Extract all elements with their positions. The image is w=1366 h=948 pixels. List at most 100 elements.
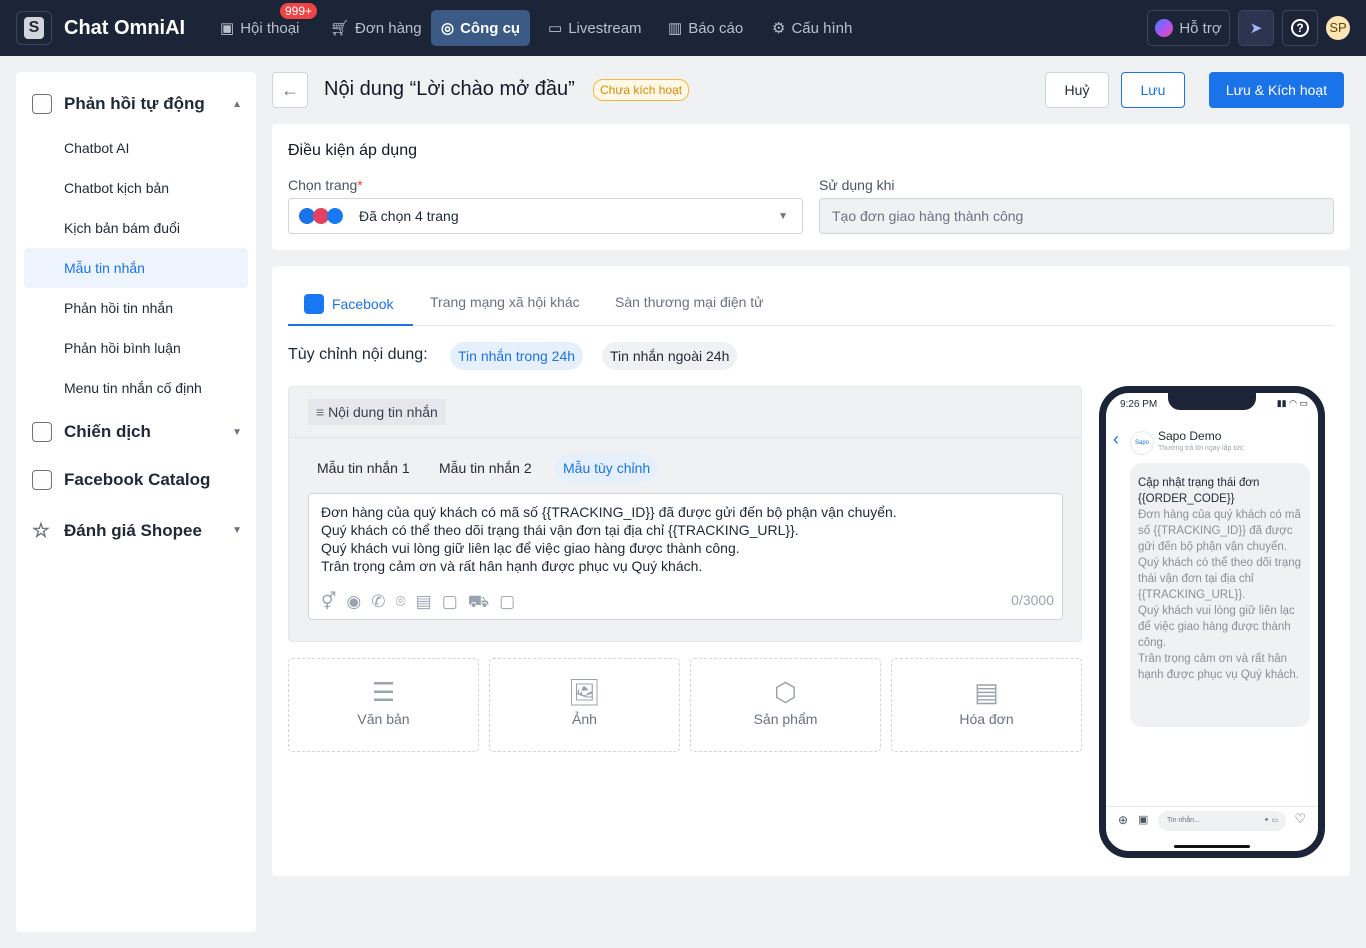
page-name: Sapo Demo xyxy=(1158,429,1222,443)
message-bubble: Cập nhật trạng thái đơn {{ORDER_CODE}} Đ… xyxy=(1130,463,1310,727)
user-icon[interactable]: ◉ xyxy=(346,593,361,611)
star-icon: ☆ xyxy=(32,520,50,542)
chart-icon: ▥ xyxy=(668,20,683,37)
invoice-icon: ▤ xyxy=(974,677,999,707)
message-textarea[interactable]: Đơn hàng của quý khách có mã số {{TRACKI… xyxy=(308,493,1063,620)
template-custom[interactable]: Mẫu tùy chỉnh xyxy=(555,454,659,482)
sidebar-item-message-reply[interactable]: Phản hồi tin nhắn xyxy=(24,288,248,328)
back-button[interactable]: ← xyxy=(272,72,308,108)
nav-reports[interactable]: ▥ Báo cáo xyxy=(658,10,753,46)
chevron-up-icon: ▲ xyxy=(232,98,242,110)
option-outside-24h[interactable]: Tin nhắn ngoài 24h xyxy=(602,342,738,370)
page-select[interactable]: Đã chọn 4 trang ▼ xyxy=(288,198,803,234)
section-chip: ≡ Nội dung tin nhắn xyxy=(308,399,446,425)
lines-icon: ≡ xyxy=(316,404,329,420)
nav-settings[interactable]: ⚙ Cấu hình xyxy=(762,10,862,46)
phone-time: 9:26 PM xyxy=(1120,399,1158,410)
sidebar-item-fixed-menu[interactable]: Menu tin nhắn cố định xyxy=(24,368,248,408)
page-logo: Sapo xyxy=(1130,431,1154,455)
top-bar: S Chat OmniAI ▣ Hội thoại 999+ 🛒︎ Đơn hàng… xyxy=(0,0,1366,56)
app-name: Chat OmniAI xyxy=(64,17,186,39)
gender-icon[interactable]: ⚥ xyxy=(321,593,336,611)
sidebar-item-chatbot-script[interactable]: Chatbot kịch bản xyxy=(24,168,248,208)
use-when-field: Tạo đơn giao hàng thành công xyxy=(819,198,1334,234)
signal-icon: ▮▮ ◠ ▭ xyxy=(1276,398,1308,408)
location-icon[interactable]: ⌾ xyxy=(395,593,405,611)
sidebar-item-follow-up[interactable]: Kịch bản bám đuổi xyxy=(24,208,248,248)
page-subtitle: Thường trả lời ngay lập tức xyxy=(1158,445,1244,452)
nav-tools[interactable]: ◎ Công cụ xyxy=(431,10,531,46)
template-2[interactable]: Mẫu tin nhắn 2 xyxy=(431,454,540,482)
cart-icon: 🛒︎ xyxy=(330,20,350,37)
gear-icon: ⚙ xyxy=(772,20,786,37)
cancel-button[interactable]: Huỷ xyxy=(1045,72,1109,108)
chevron-down-icon: ▼ xyxy=(232,426,242,438)
add-invoice-button[interactable]: ▤ Hóa đơn xyxy=(891,658,1082,752)
back-icon[interactable]: ‹ xyxy=(1113,429,1119,450)
chat-icon: ▣ xyxy=(220,20,235,37)
page-title: Nội dung “Lời chào mở đầu” xyxy=(324,78,575,100)
help-button[interactable]: ? xyxy=(1282,10,1318,46)
heart-icon[interactable]: ♡ xyxy=(1294,811,1306,827)
sidebar-group-shopee-reviews[interactable]: ☆ Đánh giá Shopee ▼ xyxy=(32,518,242,543)
message-input[interactable]: Tin nhắn... ✦ ▭ xyxy=(1158,811,1286,831)
facebook-icon xyxy=(304,294,324,314)
add-image-button[interactable]: 🖼︎ Ảnh xyxy=(489,658,680,752)
sidebar-item-message-templates[interactable]: Mẫu tin nhắn xyxy=(24,248,248,288)
avatar[interactable]: SP xyxy=(1326,16,1350,40)
app-logo[interactable]: S xyxy=(16,11,52,45)
sidebar: Phản hồi tự động ▲ Chatbot AI Chatbot kịc… xyxy=(16,72,256,932)
message-editor: ≡ Nội dung tin nhắn Mẫu tin nhắn 1 Mẫu t… xyxy=(288,386,1082,642)
facebook-icon xyxy=(32,470,52,490)
conditions-card: Điều kiện áp dụng Chọn trang* Đã chọn 4 … xyxy=(272,124,1350,250)
package-search-icon[interactable]: ▢ xyxy=(499,593,515,611)
use-label: Sử dụng khi xyxy=(819,177,895,193)
chevron-down-icon: ▼ xyxy=(778,210,788,222)
gallery-icon[interactable]: ▣ xyxy=(1138,813,1148,826)
image-icon: 🖼︎ xyxy=(567,677,601,707)
notification-badge: 999+ xyxy=(280,3,318,19)
sidebar-group-auto-reply[interactable]: Phản hồi tự động ▲ xyxy=(32,94,242,114)
nav-livestream[interactable]: ▭ Livestream xyxy=(538,10,652,46)
megaphone-icon xyxy=(32,422,52,442)
phone-notch xyxy=(1168,393,1256,410)
truck-icon[interactable]: ⛟ xyxy=(468,593,489,611)
add-text-button[interactable]: ☰ Văn bản xyxy=(288,658,479,752)
help-icon: ? xyxy=(1291,19,1309,37)
char-counter: 0/3000 xyxy=(1011,592,1054,608)
sidebar-group-campaigns[interactable]: Chiến dịch ▼ xyxy=(32,422,242,442)
plus-icon[interactable]: ⊕ xyxy=(1118,813,1128,827)
tab-facebook[interactable]: Facebook xyxy=(304,294,393,314)
page-label: Chọn trang* xyxy=(288,177,363,193)
facebook-icon xyxy=(327,208,343,224)
text-icon: ☰ xyxy=(371,677,396,707)
chevron-down-icon: ▼ xyxy=(232,525,242,536)
bot-icon xyxy=(32,94,52,114)
home-indicator xyxy=(1174,845,1250,848)
cursor-icon: ➤ xyxy=(1249,20,1263,37)
package-icon[interactable]: ▢ xyxy=(442,593,458,611)
arrow-left-icon: ← xyxy=(281,80,299,100)
sidebar-item-comment-reply[interactable]: Phản hồi bình luận xyxy=(24,328,248,368)
status-badge: Chưa kích hoạt xyxy=(593,79,690,101)
conditions-title: Điều kiện áp dụng xyxy=(288,142,417,159)
nav-orders[interactable]: 🛒︎ Đơn hàng xyxy=(320,10,432,46)
option-within-24h[interactable]: Tin nhắn trong 24h xyxy=(450,342,584,370)
save-activate-button[interactable]: Lưu & Kích hoạt xyxy=(1209,72,1344,108)
template-1[interactable]: Mẫu tin nhắn 1 xyxy=(309,454,418,482)
add-product-button[interactable]: ⬡ Sản phẩm xyxy=(690,658,881,752)
tab-ecommerce[interactable]: Sàn thương mại điện tử xyxy=(615,294,764,310)
phone-icon[interactable]: ✆ xyxy=(371,593,385,611)
tab-other-social[interactable]: Trang mạng xã hội khác xyxy=(430,294,580,310)
messenger-icon xyxy=(1155,19,1174,37)
tools-icon: ◎ xyxy=(441,20,455,37)
support-button[interactable]: Hỗ trợ xyxy=(1147,10,1230,46)
sidebar-group-facebook-catalog[interactable]: Facebook Catalog xyxy=(32,470,242,490)
save-button[interactable]: Lưu xyxy=(1121,72,1185,108)
sidebar-item-chatbot-ai[interactable]: Chatbot AI xyxy=(24,128,248,168)
cod-icon[interactable]: ▤ xyxy=(416,593,432,611)
video-icon: ▭ xyxy=(548,20,563,37)
box-icon: ⬡ xyxy=(774,677,797,707)
cursor-action-button[interactable]: ➤ xyxy=(1238,10,1274,46)
sparkle-icon: ✦ ▭ xyxy=(1263,817,1278,824)
